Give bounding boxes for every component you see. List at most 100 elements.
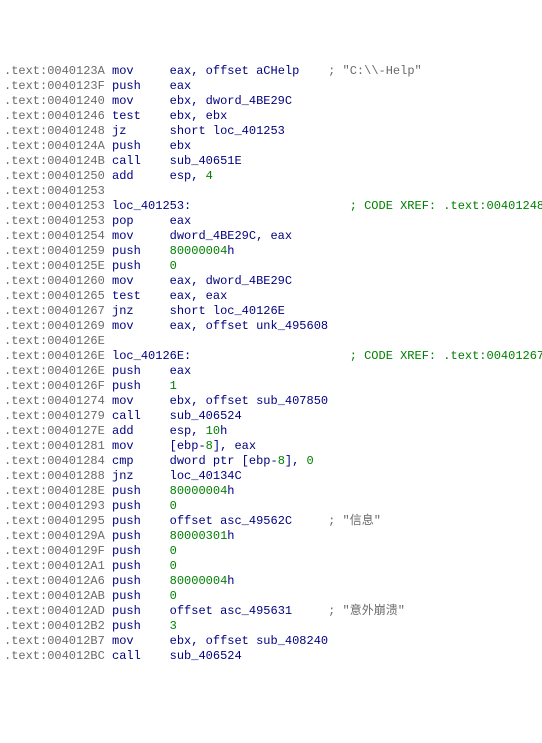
- mnemonic: push: [112, 559, 141, 573]
- number-literal: 80000004: [170, 484, 228, 498]
- segment-address: .text:0040123F: [4, 79, 105, 93]
- number-literal: 0: [170, 559, 177, 573]
- disasm-line[interactable]: .text:00401269 mov eax, offset unk_49560…: [4, 319, 542, 334]
- disasm-line[interactable]: .text:00401246 test ebx, ebx: [4, 109, 542, 124]
- disasm-line[interactable]: .text:004012B2 push 3: [4, 619, 542, 634]
- register: ebx: [170, 94, 192, 108]
- disasm-line[interactable]: .text:00401274 mov ebx, offset sub_40785…: [4, 394, 542, 409]
- punct: ,: [191, 109, 205, 123]
- register: ebx: [170, 394, 192, 408]
- disasm-line[interactable]: .text:004012B7 mov ebx, offset sub_40824…: [4, 634, 542, 649]
- keyword: short: [170, 304, 206, 318]
- code-label[interactable]: loc_40126E:: [112, 349, 191, 363]
- identifier: h: [227, 529, 234, 543]
- punct: ,: [191, 64, 205, 78]
- disasm-line[interactable]: .text:00401259 push 80000004h: [4, 244, 542, 259]
- number-literal: 0: [170, 499, 177, 513]
- register: eax: [206, 289, 228, 303]
- disasm-line[interactable]: .text:0040129A push 80000301h: [4, 529, 542, 544]
- identifier: asc_49562C: [220, 514, 292, 528]
- segment-address: .text:00401267: [4, 304, 105, 318]
- keyword: offset: [170, 604, 213, 618]
- keyword: offset: [170, 514, 213, 528]
- mnemonic: push: [112, 379, 141, 393]
- code-label[interactable]: loc_401253:: [112, 199, 191, 213]
- punct: -: [270, 454, 277, 468]
- disasm-line[interactable]: .text:00401240 mov ebx, dword_4BE29C: [4, 94, 542, 109]
- disasm-line[interactable]: .text:0040123F push eax: [4, 79, 542, 94]
- register: ebx: [170, 109, 192, 123]
- disasm-line[interactable]: .text:00401248 jz short loc_401253: [4, 124, 542, 139]
- disasm-line[interactable]: .text:00401260 mov eax, dword_4BE29C: [4, 274, 542, 289]
- identifier: sub_406524: [170, 409, 242, 423]
- disasm-line[interactable]: .text:00401253 pop eax: [4, 214, 542, 229]
- disasm-line[interactable]: .text:0040126E: [4, 334, 542, 349]
- disasm-line[interactable]: .text:0040128E push 80000004h: [4, 484, 542, 499]
- disasm-line[interactable]: .text:0040124B call sub_40651E: [4, 154, 542, 169]
- disasm-line[interactable]: .text:00401295 push offset asc_49562C ; …: [4, 514, 542, 529]
- punct: ,: [256, 229, 270, 243]
- disasm-line[interactable]: .text:004012AB push 0: [4, 589, 542, 604]
- punct: ,: [191, 319, 205, 333]
- mnemonic: jz: [112, 124, 126, 138]
- keyword: offset: [206, 319, 249, 333]
- disasm-line[interactable]: .text:004012AD push offset asc_495631 ; …: [4, 604, 542, 619]
- disassembly-listing[interactable]: .text:0040123A mov eax, offset aCHelp ; …: [4, 64, 542, 664]
- disasm-line[interactable]: .text:00401253: [4, 184, 542, 199]
- register: eax: [170, 214, 192, 228]
- disasm-line[interactable]: .text:004012A1 push 0: [4, 559, 542, 574]
- mnemonic: cmp: [112, 454, 134, 468]
- mnemonic: push: [112, 514, 141, 528]
- number-literal: 4: [206, 169, 213, 183]
- comment: ; "意外崩溃": [328, 604, 405, 618]
- disasm-line[interactable]: .text:00401279 call sub_406524: [4, 409, 542, 424]
- number-literal: 3: [170, 619, 177, 633]
- segment-address: .text:00401253: [4, 199, 105, 213]
- segment-address: .text:00401284: [4, 454, 105, 468]
- disasm-line[interactable]: .text:0040126E push eax: [4, 364, 542, 379]
- disasm-line[interactable]: .text:0040125E push 0: [4, 259, 542, 274]
- register: ebx: [170, 634, 192, 648]
- disasm-line[interactable]: .text:0040127E add esp, 10h: [4, 424, 542, 439]
- identifier: loc_40126E: [213, 304, 285, 318]
- segment-address: .text:0040126F: [4, 379, 105, 393]
- mnemonic: call: [112, 409, 141, 423]
- disasm-line[interactable]: .text:0040124A push ebx: [4, 139, 542, 154]
- disasm-line[interactable]: .text:00401253 loc_401253: ; CODE XREF: …: [4, 199, 542, 214]
- disasm-line[interactable]: .text:0040126E loc_40126E: ; CODE XREF: …: [4, 349, 542, 364]
- keyword: short: [170, 124, 206, 138]
- disasm-line[interactable]: .text:00401254 mov dword_4BE29C, eax: [4, 229, 542, 244]
- disasm-line[interactable]: .text:00401281 mov [ebp-8], eax: [4, 439, 542, 454]
- segment-address: .text:00401260: [4, 274, 105, 288]
- mnemonic: push: [112, 79, 141, 93]
- register: ebp: [249, 454, 271, 468]
- number-literal: 0: [170, 259, 177, 273]
- punct: ,: [191, 169, 205, 183]
- punct: ],: [213, 439, 235, 453]
- disasm-line[interactable]: .text:00401250 add esp, 4: [4, 169, 542, 184]
- disasm-line[interactable]: .text:0040126F push 1: [4, 379, 542, 394]
- segment-address: .text:0040129A: [4, 529, 105, 543]
- disasm-line[interactable]: .text:0040129F push 0: [4, 544, 542, 559]
- disasm-line[interactable]: .text:00401293 push 0: [4, 499, 542, 514]
- disasm-line[interactable]: .text:00401288 jnz loc_40134C: [4, 469, 542, 484]
- disasm-line[interactable]: .text:00401284 cmp dword ptr [ebp-8], 0: [4, 454, 542, 469]
- mnemonic: mov: [112, 64, 134, 78]
- disasm-line[interactable]: .text:00401265 test eax, eax: [4, 289, 542, 304]
- segment-address: .text:00401250: [4, 169, 105, 183]
- number-literal: 0: [170, 589, 177, 603]
- identifier: sub_407850: [256, 394, 328, 408]
- number-literal: 0: [170, 544, 177, 558]
- disasm-line[interactable]: .text:00401267 jnz short loc_40126E: [4, 304, 542, 319]
- punct: ,: [191, 634, 205, 648]
- segment-address: .text:00401253: [4, 214, 105, 228]
- register: esp: [170, 169, 192, 183]
- disasm-line[interactable]: .text:004012A6 push 80000004h: [4, 574, 542, 589]
- punct: ,: [191, 94, 205, 108]
- segment-address: .text:00401295: [4, 514, 105, 528]
- disasm-line[interactable]: .text:0040123A mov eax, offset aCHelp ; …: [4, 64, 542, 79]
- identifier: unk_495608: [256, 319, 328, 333]
- segment-address: .text:00401248: [4, 124, 105, 138]
- segment-address: .text:004012AB: [4, 589, 105, 603]
- disasm-line[interactable]: .text:004012BC call sub_406524: [4, 649, 542, 664]
